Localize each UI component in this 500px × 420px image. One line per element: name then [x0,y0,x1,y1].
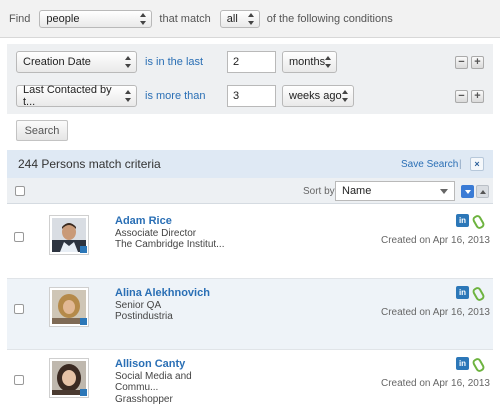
created-date: Created on Apr 16, 2013 [381,307,490,318]
sort-bar: Sort by Name [7,178,493,204]
match-select[interactable]: all [219,9,260,28]
condition-row: Last Contacted by t... is more than 3 we… [7,83,493,109]
separator: | [459,158,462,170]
updown-icon [325,56,332,68]
remove-condition-button[interactable]: − [455,55,468,69]
linkedin-icon[interactable]: in [456,214,469,227]
attachment-icon[interactable] [472,286,482,299]
person-row: Alina Alekhnovich Senior QA Postindustri… [7,279,493,349]
linkedin-icon[interactable]: in [456,286,469,299]
conditions-panel: Creation Date is in the last 2 months − … [7,44,493,114]
person-title: Senior QA [115,300,162,311]
sort-descending-button[interactable] [461,185,474,198]
condition-operator-link[interactable]: is more than [145,90,206,102]
condition-value-input[interactable]: 2 [227,51,276,73]
save-search-link[interactable]: Save Search [401,159,458,170]
sort-by-label: Sort by [303,186,335,197]
find-bar: Find people that match all of the follow… [0,0,500,38]
person-company: Grasshopper [115,394,173,405]
person-checkbox[interactable] [14,232,24,242]
person-title: Associate Director [115,228,197,239]
chevron-up-icon [479,189,486,194]
linkedin-badge-icon [80,389,87,396]
search-button[interactable]: Search [16,120,68,141]
condition-unit-value: weeks ago [289,90,342,102]
conditions-label: of the following conditions [266,12,393,25]
condition-field-select[interactable]: Creation Date [16,51,137,73]
remove-condition-button[interactable]: − [455,89,468,103]
updown-icon [140,12,147,25]
condition-operator-link[interactable]: is in the last [145,56,203,68]
linkedin-badge-icon [80,246,87,253]
entity-select-value: people [46,12,80,25]
person-name-link[interactable]: Alina Alekhnovich [115,287,210,299]
sort-select[interactable]: Name [335,181,455,201]
sort-ascending-button[interactable] [476,185,489,198]
linkedin-badge-icon [80,318,87,325]
match-select-value: all [226,12,238,25]
person-icons: in [456,214,482,227]
entity-select[interactable]: people [39,9,153,28]
updown-icon [125,56,132,68]
person-company: The Cambridge Institut... [115,239,225,250]
updown-icon [342,90,349,102]
condition-field-select[interactable]: Last Contacted by t... [16,84,137,108]
attachment-icon[interactable] [472,214,482,227]
chevron-down-icon [464,189,471,194]
that-match-label: that match [159,12,211,25]
attachment-icon[interactable] [472,357,482,370]
select-all-checkbox[interactable] [15,186,25,196]
updown-icon [247,12,255,25]
person-checkbox[interactable] [14,304,24,314]
person-title: Social Media and Commu... [115,371,192,393]
avatar[interactable] [49,358,89,398]
created-date: Created on Apr 16, 2013 [381,378,490,389]
chevron-down-icon [440,188,448,194]
condition-unit-select[interactable]: months [282,51,337,73]
person-icons: in [456,357,482,370]
add-condition-button[interactable]: + [471,89,484,103]
person-icons: in [456,286,482,299]
condition-field-value: Creation Date [23,56,91,68]
created-date: Created on Apr 16, 2013 [381,235,490,246]
condition-controls: − + [455,89,484,103]
linkedin-icon[interactable]: in [456,357,469,370]
condition-controls: − + [455,55,484,69]
add-condition-button[interactable]: + [471,55,484,69]
condition-unit-select[interactable]: weeks ago [282,85,354,107]
avatar[interactable] [49,215,89,255]
condition-unit-value: months [289,56,326,68]
person-name-link[interactable]: Adam Rice [115,215,172,227]
person-row: Adam Rice Associate Director The Cambrid… [7,207,493,277]
person-name-link[interactable]: Allison Canty [115,358,185,370]
condition-field-value: Last Contacted by t... [23,84,112,108]
person-checkbox[interactable] [14,375,24,385]
sort-select-value: Name [342,185,372,197]
condition-value-input[interactable]: 3 [227,85,276,107]
condition-row: Creation Date is in the last 2 months − … [7,49,493,75]
avatar[interactable] [49,287,89,327]
updown-icon [125,90,132,102]
close-icon[interactable]: × [470,157,484,171]
results-header: 244 Persons match criteria Save Search |… [7,150,493,178]
find-label: Find [9,12,31,25]
person-company: Postindustria [115,311,173,322]
person-row: Allison Canty Social Media and Commu... … [7,350,493,420]
results-count: 244 Persons match criteria [18,157,161,171]
